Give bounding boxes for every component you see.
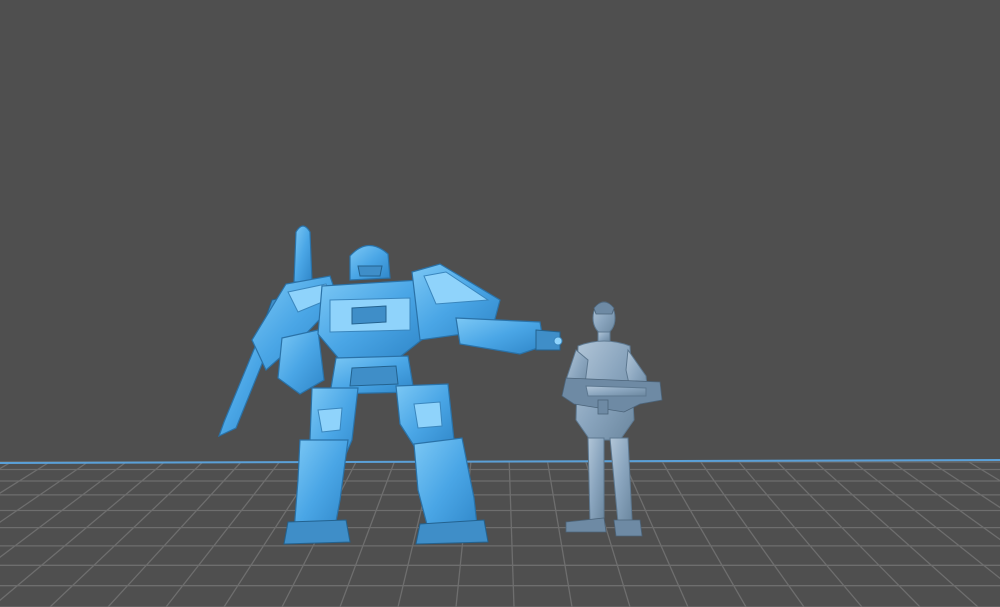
floor-grid: [0, 461, 1000, 607]
3d-viewport[interactable]: [0, 0, 1000, 607]
human-figure-with-rifle-model[interactable]: [561, 301, 663, 537]
scene-canvas[interactable]: [0, 0, 1000, 607]
